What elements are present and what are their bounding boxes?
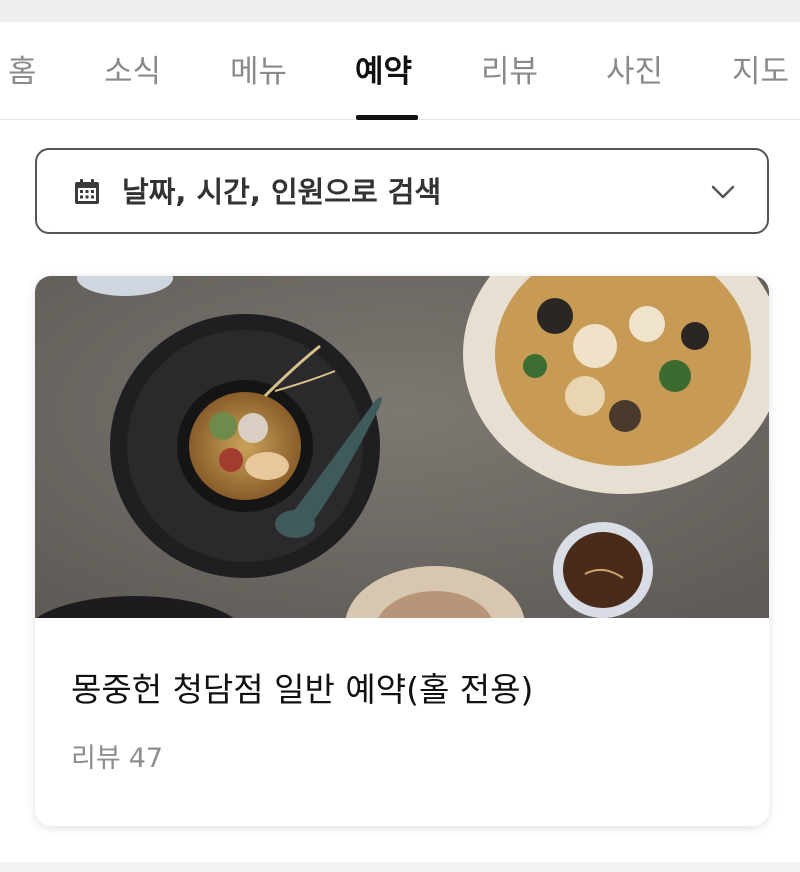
search-label: 날짜, 시간, 인원으로 검색 (122, 175, 442, 209)
review-count: 47 (128, 743, 164, 774)
active-tab-indicator (356, 115, 418, 120)
tab-bar: 홈 소식 메뉴 예약 리뷰 사진 지도 (0, 22, 800, 120)
section-divider (0, 862, 800, 872)
reservation-search-dropdown[interactable]: 날짜, 시간, 인원으로 검색 (35, 148, 769, 234)
tab-map[interactable]: 지도 (732, 50, 789, 94)
card-title: 몽중헌 청담점 일반 예약(홀 전용) (71, 670, 534, 709)
tab-reservation[interactable]: 예약 (355, 50, 412, 94)
tab-menu[interactable]: 메뉴 (230, 50, 287, 94)
food-photo (35, 276, 769, 618)
calendar-icon (75, 179, 99, 204)
reservation-card[interactable]: 몽중헌 청담점 일반 예약(홀 전용) 리뷰 47 (35, 276, 769, 826)
tab-photos[interactable]: 사진 (606, 50, 663, 94)
tab-news[interactable]: 소식 (104, 50, 161, 94)
review-label: 리뷰 (71, 743, 121, 774)
tab-reviews[interactable]: 리뷰 (481, 50, 538, 94)
chevron-down-icon (711, 185, 735, 199)
tab-home[interactable]: 홈 (8, 50, 37, 94)
top-status-strip (0, 0, 800, 22)
review-summary: 리뷰 47 (71, 741, 171, 777)
